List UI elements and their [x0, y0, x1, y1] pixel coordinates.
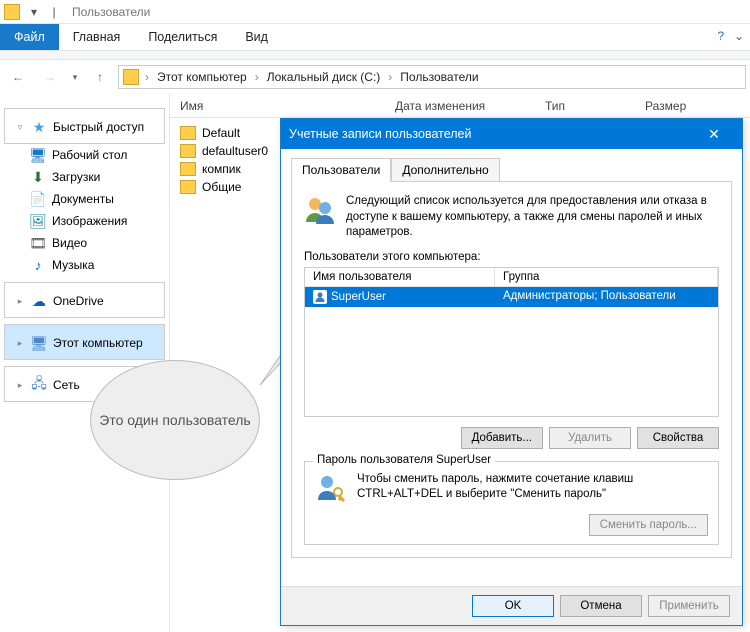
dialog-titlebar[interactable]: Учетные записи пользователей ✕ — [281, 119, 742, 149]
annotation-callout: Это один пользователь — [90, 360, 260, 480]
sidebar-item-pictures[interactable]: 🖼Изображения — [24, 210, 165, 232]
key-user-icon — [315, 472, 347, 504]
password-group: Пароль пользователя SuperUser Чтобы смен… — [304, 461, 719, 545]
dialog-tabs: Пользователи Дополнительно — [291, 157, 732, 181]
user-icon — [313, 290, 327, 304]
ok-button[interactable]: OK — [472, 595, 554, 617]
label: Видео — [52, 236, 87, 250]
user-list[interactable]: Имя пользователя Группа SuperUser Админи… — [304, 267, 719, 417]
navigation-bar: ← → ▾ ↑ › Этот компьютер › Локальный дис… — [0, 60, 750, 94]
close-icon[interactable]: ✕ — [694, 126, 734, 143]
label: Документы — [52, 192, 114, 206]
user-row[interactable]: SuperUser Администраторы; Пользователи — [305, 287, 718, 307]
crumb-drive[interactable]: Локальный диск (C:) — [265, 70, 383, 84]
nav-up-icon[interactable]: ↑ — [86, 63, 114, 91]
label: OneDrive — [53, 294, 104, 308]
folder-name: defaultuser0 — [202, 144, 268, 158]
label: Сеть — [53, 378, 80, 392]
list-header: Имя пользователя Группа — [305, 268, 718, 287]
col-size[interactable]: Размер — [635, 99, 750, 113]
col-username[interactable]: Имя пользователя — [305, 268, 495, 286]
ribbon-tabs: Файл Главная Поделиться Вид — [0, 24, 750, 50]
ribbon-expand-icon[interactable]: ⌄ — [734, 29, 744, 43]
usergroup: Администраторы; Пользователи — [495, 287, 718, 307]
tab-panel: Следующий список используется для предос… — [291, 181, 732, 558]
nav-back-icon[interactable]: ← — [4, 63, 32, 91]
window-title: Пользователи — [72, 5, 150, 19]
nav-forward-icon[interactable]: → — [36, 63, 64, 91]
chevron-right-icon[interactable]: › — [386, 70, 394, 84]
crumb-thispc[interactable]: Этот компьютер — [155, 70, 249, 84]
remove-button[interactable]: Удалить — [549, 427, 631, 449]
help-icon[interactable]: ? — [717, 29, 724, 43]
chevron-right-icon[interactable]: › — [253, 70, 261, 84]
tab-share[interactable]: Поделиться — [134, 24, 231, 50]
qat-dropdown-icon[interactable]: ▾ — [24, 2, 44, 22]
folder-icon — [180, 180, 196, 194]
tab-file[interactable]: Файл — [0, 24, 59, 50]
folder-name: Default — [202, 126, 240, 140]
folder-name: компик — [202, 162, 241, 176]
list-label: Пользователи этого компьютера: — [304, 251, 719, 263]
tab-users[interactable]: Пользователи — [291, 158, 391, 182]
crumb-folder[interactable]: Пользователи — [398, 70, 480, 84]
address-bar[interactable]: › Этот компьютер › Локальный диск (C:) ›… — [118, 65, 746, 89]
folder-icon — [4, 4, 20, 20]
label: Рабочий стол — [52, 148, 127, 162]
sidebar-item-music[interactable]: ♪Музыка — [24, 254, 165, 276]
folder-icon — [123, 69, 139, 85]
apply-button[interactable]: Применить — [648, 595, 730, 617]
label: Этот компьютер — [53, 336, 143, 350]
folder-icon — [180, 126, 196, 140]
column-headers: Имя Дата изменения Тип Размер — [170, 94, 750, 118]
callout-text: Это один пользователь — [99, 411, 250, 429]
sidebar-item-documents[interactable]: 📄Документы — [24, 188, 165, 210]
col-date[interactable]: Дата изменения — [385, 99, 535, 113]
col-name[interactable]: Имя — [170, 99, 385, 113]
dialog-title: Учетные записи пользователей — [289, 127, 472, 141]
qat-separator: | — [44, 2, 64, 22]
chevron-right-icon[interactable]: › — [143, 70, 151, 84]
tab-home[interactable]: Главная — [59, 24, 135, 50]
change-password-button[interactable]: Сменить пароль... — [589, 514, 708, 536]
sidebar-item-videos[interactable]: 🎞Видео — [24, 232, 165, 254]
col-group[interactable]: Группа — [495, 268, 718, 286]
nav-recent-icon[interactable]: ▾ — [68, 63, 82, 91]
label: Быстрый доступ — [53, 120, 144, 134]
col-type[interactable]: Тип — [535, 99, 635, 113]
label: Музыка — [52, 258, 94, 272]
sidebar-item-desktop[interactable]: 🖥Рабочий стол — [24, 144, 165, 166]
add-button[interactable]: Добавить... — [461, 427, 543, 449]
label: Изображения — [52, 214, 127, 228]
user-accounts-dialog: Учетные записи пользователей ✕ Пользоват… — [280, 118, 743, 626]
explorer-titlebar: ▾ | Пользователи — [0, 0, 750, 24]
cancel-button[interactable]: Отмена — [560, 595, 642, 617]
label: Загрузки — [52, 170, 100, 184]
sidebar-item-onedrive[interactable]: ▸☁OneDrive — [4, 282, 165, 318]
sidebar-item-quick-access[interactable]: ▿★Быстрый доступ — [4, 108, 165, 144]
sidebar-item-thispc[interactable]: ▸🖥Этот компьютер — [4, 324, 165, 360]
tab-advanced[interactable]: Дополнительно — [391, 158, 499, 182]
group-label: Пароль пользователя SuperUser — [313, 454, 495, 466]
ribbon-strip: ? ⌄ — [0, 50, 750, 60]
folder-icon — [180, 162, 196, 176]
properties-button[interactable]: Свойства — [637, 427, 719, 449]
users-icon — [304, 194, 336, 226]
tab-view[interactable]: Вид — [231, 24, 282, 50]
username: SuperUser — [331, 291, 386, 303]
folder-name: Общие — [202, 180, 241, 194]
dialog-buttons: OK Отмена Применить — [281, 586, 742, 625]
sidebar-item-downloads[interactable]: ⬇Загрузки — [24, 166, 165, 188]
info-text: Следующий список используется для предос… — [346, 194, 719, 241]
password-info: Чтобы сменить пароль, нажмите сочетание … — [357, 472, 708, 504]
folder-icon — [180, 144, 196, 158]
